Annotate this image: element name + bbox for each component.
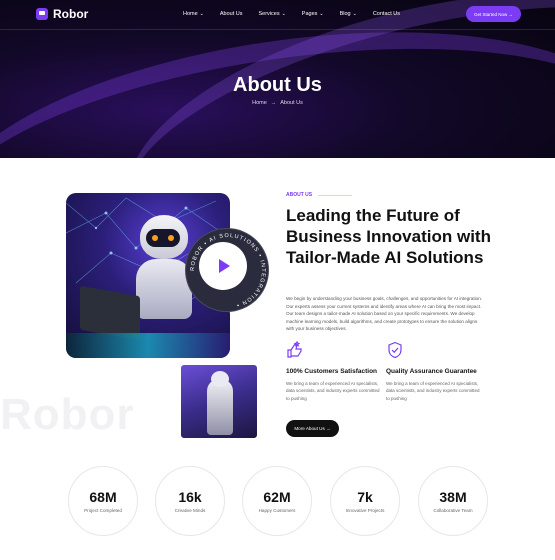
stat-happy-customers: 62M Happy Customers: [242, 466, 312, 536]
breadcrumb-home-link[interactable]: Home: [252, 100, 267, 106]
robot-body: [136, 259, 192, 319]
feature-description: We bring a team of experienced AI specia…: [386, 381, 480, 401]
stat-value: 16k: [178, 489, 202, 505]
stat-value: 68M: [89, 489, 117, 505]
nav-item-label: Home: [183, 11, 198, 17]
get-started-button[interactable]: Get Started Now →: [466, 6, 521, 22]
nav-item-pages[interactable]: Pages ⌄: [302, 11, 324, 17]
nav-item-about[interactable]: About Us: [220, 11, 243, 17]
nav-item-label: Pages: [301, 11, 318, 17]
nav-item-label: Contact Us: [372, 11, 401, 17]
robot-head: [211, 371, 229, 387]
chevron-down-icon: ⌄: [319, 11, 324, 17]
robot-eye: [152, 235, 158, 241]
feature-title: 100% Customers Satisfaction: [286, 368, 378, 375]
desk-glow: [66, 333, 230, 358]
robot-figure: [207, 379, 233, 435]
arrow-right-icon: →: [270, 100, 277, 106]
nav-item-home[interactable]: Home ⌄: [183, 11, 204, 17]
chevron-down-icon: ⌄: [281, 11, 286, 17]
feature-quality: Quality Assurance Guarantee We bring a t…: [386, 341, 481, 402]
stat-value: 38M: [439, 489, 467, 505]
stat-label: Project Completed: [84, 508, 122, 513]
chevron-down-icon: ⌄: [352, 11, 357, 17]
more-about-button[interactable]: More About Us →: [286, 420, 339, 437]
logo-text: Robor: [53, 7, 89, 21]
feature-satisfaction: 100% Customers Satisfaction We bring a t…: [286, 340, 381, 402]
breadcrumb: Home → About Us: [0, 100, 555, 106]
section-title: Leading the Future of Business Innovatio…: [286, 206, 491, 267]
humanoid-robot-image: [178, 362, 260, 441]
stat-creative-minds: 16k Creative Minds: [155, 466, 225, 536]
shield-check-icon: [386, 341, 404, 359]
stat-label: Collaborative Team: [433, 508, 473, 513]
top-navigation: Robor Home ⌄ About Us Services ⌄ Pages ⌄…: [0, 0, 555, 30]
breadcrumb-current: About Us: [280, 100, 303, 106]
nav-item-contact[interactable]: Contact Us: [373, 11, 400, 17]
page-title: About Us: [233, 74, 322, 96]
stat-innovative-projects: 7k Innovative Projects: [330, 466, 400, 536]
stat-projects-completed: 68M Project Completed: [68, 466, 138, 536]
nav-item-label: Blog: [339, 11, 351, 17]
thumbs-up-icon: [286, 340, 304, 359]
feature-title: Quality Assurance Guarantee: [386, 368, 477, 375]
stat-value: 62M: [263, 489, 291, 505]
hero-banner: Robor Home ⌄ About Us Services ⌄ Pages ⌄…: [0, 0, 555, 158]
brand-watermark: Robor: [0, 390, 135, 439]
nav-item-services[interactable]: Services ⌄: [259, 11, 286, 17]
stat-collaborative-team: 38M Collaborative Team: [418, 466, 488, 536]
nav-item-label: About Us: [219, 11, 243, 17]
stat-value: 7k: [357, 489, 373, 505]
logo[interactable]: Robor: [36, 7, 88, 21]
section-description: We begin by understanding your business …: [286, 296, 483, 332]
section-tag-label: ABOUT US: [286, 192, 313, 198]
feature-description: We bring a team of experienced AI specia…: [286, 381, 380, 401]
section-tag: ABOUT US: [286, 192, 353, 198]
robot-eye: [168, 235, 174, 241]
robot-logo-icon: [36, 8, 48, 20]
stat-label: Innovative Projects: [345, 508, 385, 513]
tag-divider: [318, 194, 353, 196]
chevron-down-icon: ⌄: [199, 11, 204, 17]
stat-label: Happy Customers: [258, 508, 296, 513]
main-menu: Home ⌄ About Us Services ⌄ Pages ⌄ Blog …: [183, 11, 400, 17]
nav-item-label: Services: [258, 11, 280, 17]
play-video-button[interactable]: [199, 242, 247, 290]
nav-item-blog[interactable]: Blog ⌄: [340, 11, 357, 17]
play-icon: [219, 259, 230, 273]
stat-label: Creative Minds: [174, 508, 206, 513]
